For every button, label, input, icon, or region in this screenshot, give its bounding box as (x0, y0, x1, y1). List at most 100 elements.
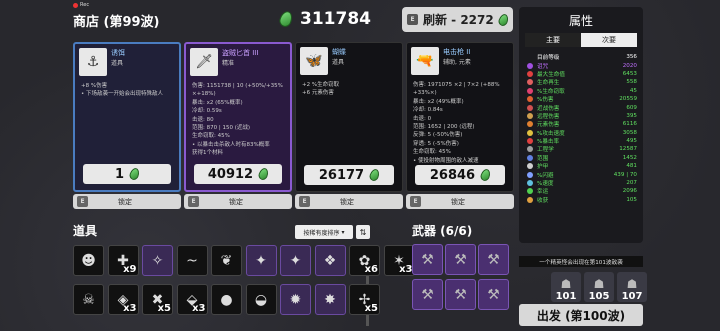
elite-icon: ☗ (626, 277, 638, 291)
item-icon: 🔫 (411, 47, 439, 75)
weapon-slot[interactable]: ⚒ (478, 279, 509, 310)
elite-wave-number: 101 (555, 291, 577, 302)
sort-label: 按稀有度排序 (303, 229, 340, 237)
stat-icon (527, 163, 533, 170)
inventory-item[interactable]: ✢ x5 (349, 284, 380, 315)
lock-button[interactable]: E 锁定 (184, 194, 292, 209)
stat-value: 2020 (622, 62, 637, 69)
weapons-title: 武器 (6/6) (412, 224, 473, 238)
inventory-item[interactable]: ☻ (73, 245, 104, 276)
stat-icon (527, 96, 533, 103)
sort-dropdown[interactable]: 按稀有度排序 ▾ (295, 225, 353, 239)
stat-icon (527, 154, 533, 161)
inventory-item[interactable]: ✸ (314, 284, 346, 315)
inventory-item[interactable]: ❦ (211, 245, 242, 276)
tab-secondary[interactable]: 次要 (581, 33, 637, 47)
stat-icon (527, 129, 533, 136)
key-hint-icon: E (299, 196, 310, 207)
item-icon: ✧ (151, 252, 164, 269)
stat-row: 目前等级 356 (527, 53, 637, 61)
stat-icon (527, 87, 533, 94)
stat-value: 1452 (622, 154, 637, 161)
inventory-item[interactable]: ✹ (280, 284, 311, 315)
shop-card[interactable]: ⚓ 诱饵 道具 +8 %伤害 • 下场敌袭一开始会出现特殊敌人 1 (73, 42, 181, 192)
price-value: 40912 (207, 166, 254, 182)
buy-button[interactable]: 26846 (415, 165, 505, 185)
elite-icon: ☗ (560, 277, 572, 291)
weapon-slot[interactable]: ⚒ (445, 279, 476, 310)
inventory-item[interactable]: ◈ x3 (107, 284, 139, 315)
inventory-item[interactable]: ✿ x6 (349, 245, 380, 276)
item-count: x5 (157, 303, 171, 314)
material-gem-icon (128, 166, 141, 182)
weapon-slot[interactable]: ⚒ (412, 244, 443, 275)
material-gem-icon (257, 166, 270, 182)
inventory-item[interactable]: ✶ x3 (383, 245, 415, 276)
shop-card[interactable]: 🔫 电击枪 II 辅助, 元素 伤害: 1971075 ×2 | 7×2 (+88% … (406, 42, 514, 192)
stat-value: 558 (626, 79, 637, 86)
inventory-item[interactable]: ✧ (142, 245, 173, 276)
stat-value: 105 (626, 196, 637, 203)
stat-row: 诅咒 2020 (527, 61, 637, 70)
stat-row: %闪避 439 | 70 (527, 170, 637, 179)
stat-label: 远程伤害 (537, 113, 560, 120)
stat-value: 395 (626, 112, 637, 119)
start-wave-button[interactable]: 出发 (第100波) (519, 304, 643, 326)
stat-row: 元素伤害 6116 (527, 120, 637, 128)
inventory-item[interactable]: ✚ x9 (107, 245, 139, 276)
inventory-item[interactable]: ● (211, 284, 242, 315)
weapon-slot[interactable]: ⚒ (412, 279, 443, 310)
lock-button[interactable]: E 锁定 (73, 194, 181, 209)
stat-icon (527, 180, 533, 187)
inventory-item[interactable]: ✦ (245, 245, 277, 276)
stat-label: %闪避 (537, 172, 554, 179)
inventory-item[interactable]: ✦ (280, 245, 311, 276)
lock-button[interactable]: E 锁定 (295, 194, 403, 209)
stat-icon (527, 121, 533, 128)
weapon-icon: ⚒ (487, 251, 500, 268)
stat-label: 诅咒 (537, 63, 549, 70)
weapon-icon: ⚒ (454, 286, 467, 303)
stat-row: 最大生命值 6453 (527, 70, 637, 78)
stat-value: 207 (626, 180, 637, 187)
shop-card[interactable]: 🦋 蝴蝶 道具 +2 %生命窃取 +6 元素伤害 26177 (295, 42, 403, 192)
reroll-button[interactable]: E 刷新 - 2272 (402, 7, 513, 32)
stat-label: 幸运 (537, 189, 549, 196)
shop-card[interactable]: 🗡 盗贼匕首 III 精准 伤害: 1151738 | 10 (+50%/+35% ×… (184, 42, 292, 192)
elite-wave-badge: ☗ 101 (551, 272, 581, 302)
inventory-item[interactable]: ☠ (73, 284, 104, 315)
item-icon: ❦ (220, 252, 233, 269)
item-type: 精准 (222, 60, 235, 67)
inventory-item[interactable]: ✖ x5 (142, 284, 173, 315)
tab-primary[interactable]: 主要 (525, 33, 581, 47)
item-icon: ● (220, 291, 233, 308)
lock-label: 锁定 (340, 197, 354, 206)
buy-button[interactable]: 1 (83, 164, 171, 184)
item-icon: ~ (186, 252, 198, 269)
stat-value: 20559 (619, 96, 637, 103)
inventory-item[interactable]: ~ (176, 245, 208, 276)
stat-label: 目前等级 (537, 55, 560, 62)
stat-icon (527, 188, 533, 195)
stat-label: 生命再生 (537, 80, 560, 87)
item-icon: 🦋 (300, 47, 328, 75)
weapon-slot[interactable]: ⚒ (478, 244, 509, 275)
weapon-slot[interactable]: ⚒ (445, 244, 476, 275)
weapon-icon: ⚒ (421, 286, 434, 303)
stat-value: 2096 (622, 188, 637, 195)
stat-icon (527, 138, 533, 145)
inventory-item[interactable]: ⬙ x3 (176, 284, 208, 315)
lock-label: 锁定 (229, 197, 243, 206)
price-value: 1 (114, 166, 125, 182)
sort-direction-button[interactable]: ⇅ (356, 225, 370, 239)
buy-button[interactable]: 26177 (304, 165, 394, 185)
lock-button[interactable]: E 锁定 (406, 194, 514, 209)
inventory-item[interactable]: ◒ (245, 284, 277, 315)
buy-button[interactable]: 40912 (194, 164, 282, 184)
stat-icon (527, 146, 533, 153)
inventory-item[interactable]: ❖ (314, 245, 346, 276)
item-icon: ✦ (289, 252, 302, 269)
price-value: 26846 (429, 167, 476, 183)
stats-panel: 属性 主要 次要 目前等级 356 诅咒 2020 最大生命值 6453 生命再生 558 %生… (519, 7, 643, 243)
stat-label: 近战伤害 (537, 105, 560, 112)
